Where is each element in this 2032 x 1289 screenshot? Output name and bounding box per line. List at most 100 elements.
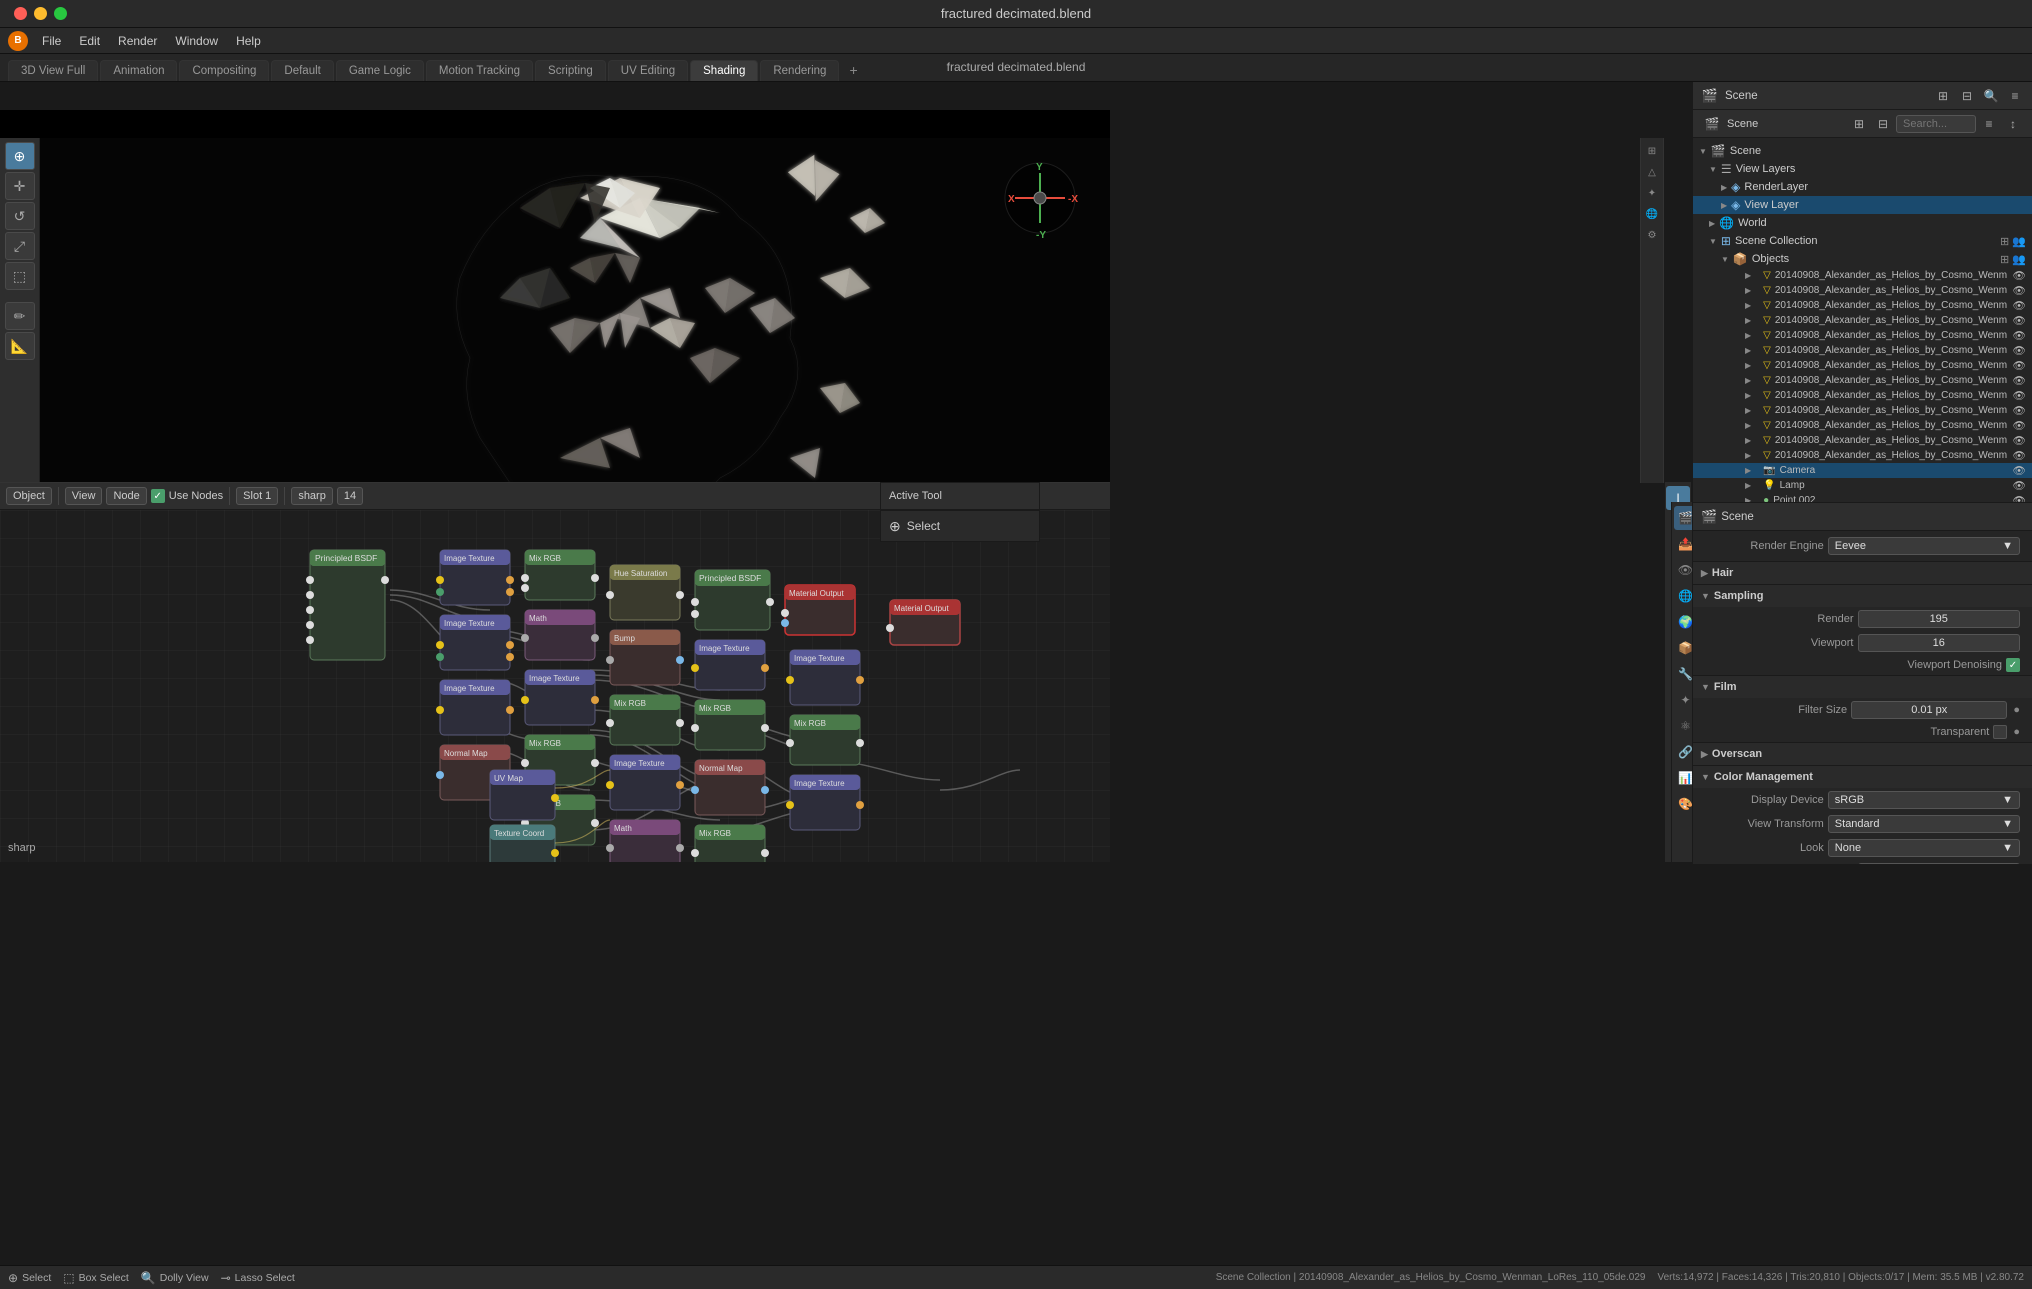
exposure-value[interactable]: 0.000: [1858, 863, 2021, 864]
scene-dropdown-icon[interactable]: 🎬: [1701, 113, 1723, 135]
filter-size-value[interactable]: 0.01 px: [1851, 701, 2007, 719]
look-select[interactable]: None ▼: [1828, 839, 2020, 857]
outliner-search[interactable]: 🔍: [1980, 85, 2002, 107]
use-nodes-checkbox[interactable]: ✓: [151, 489, 165, 503]
rotate-tool[interactable]: ↺: [5, 202, 35, 230]
outliner-world[interactable]: ▶ 🌐 World: [1693, 214, 2032, 232]
tab-shading[interactable]: Shading: [690, 60, 758, 81]
outliner-icon-2[interactable]: ⊟: [1956, 85, 1978, 107]
close-button[interactable]: [14, 7, 27, 20]
outliner-camera[interactable]: ▶ 📷 Camera 👁: [1693, 463, 2032, 478]
overscan-section-header[interactable]: ▶ Overscan: [1693, 743, 2032, 765]
outliner-scene[interactable]: ▼ 🎬 Scene: [1693, 142, 2032, 160]
outliner-renderlayer[interactable]: ▶ ◈ RenderLayer: [1693, 178, 2032, 196]
tab-rendering[interactable]: Rendering: [760, 60, 839, 81]
obj-6-eye[interactable]: 👁: [2013, 359, 2026, 372]
obj-11-eye[interactable]: 👁: [2013, 434, 2026, 447]
outliner-obj-6[interactable]: ▶ ▽ 20140908_Alexander_as_Helios_by_Cosm…: [1693, 358, 2032, 373]
outliner-obj-9[interactable]: ▶ ▽ 20140908_Alexander_as_Helios_by_Cosm…: [1693, 403, 2032, 418]
move-tool[interactable]: ✛: [5, 172, 35, 200]
maximize-button[interactable]: [54, 7, 67, 20]
transparent-checkbox[interactable]: [1993, 725, 2007, 739]
obj-1-eye[interactable]: 👁: [2013, 284, 2026, 297]
menu-file[interactable]: File: [34, 32, 69, 50]
new-collection-icon[interactable]: ⊞: [1848, 113, 1870, 135]
point002-eye[interactable]: 👁: [2013, 494, 2026, 502]
obj-3-eye[interactable]: 👁: [2013, 314, 2026, 327]
outliner-obj-8[interactable]: ▶ ▽ 20140908_Alexander_as_Helios_by_Cosm…: [1693, 388, 2032, 403]
viewport-value[interactable]: 16: [1858, 634, 2021, 652]
menu-render[interactable]: Render: [110, 32, 165, 50]
annotate-tool[interactable]: ✏: [5, 302, 35, 330]
outliner-viewlayers[interactable]: ▼ ☰ View Layers: [1693, 160, 2032, 178]
outliner-search-input[interactable]: [1896, 115, 1976, 133]
obj-8-eye[interactable]: 👁: [2013, 389, 2026, 402]
tab-animation[interactable]: Animation: [100, 60, 177, 81]
display-device-select[interactable]: sRGB ▼: [1828, 791, 2020, 809]
outliner-objects[interactable]: ▼ 📦 Objects ⊞ 👥: [1693, 250, 2032, 268]
vp-tab-5[interactable]: ⚙: [1643, 226, 1661, 244]
filter-icon[interactable]: ≡: [1978, 113, 2000, 135]
tab-3dviewfull[interactable]: 3D View Full: [8, 60, 98, 81]
color-mgmt-header[interactable]: ▼ Color Management: [1693, 766, 2032, 788]
ne-count-btn[interactable]: 14: [337, 487, 363, 505]
view-transform-select[interactable]: Standard ▼: [1828, 815, 2020, 833]
outliner-lamp[interactable]: ▶ 💡 Lamp 👁: [1693, 478, 2032, 493]
outliner-filter[interactable]: ≡: [2004, 85, 2026, 107]
vp-tab-4[interactable]: 🌐: [1643, 205, 1661, 223]
tab-scripting[interactable]: Scripting: [535, 60, 606, 81]
obj-12-eye[interactable]: 👁: [2013, 449, 2026, 462]
transform-tool[interactable]: ⬚: [5, 262, 35, 290]
blender-logo[interactable]: B: [8, 31, 28, 51]
vp-tab-1[interactable]: ⊞: [1643, 142, 1661, 160]
add-workspace-button[interactable]: +: [841, 59, 865, 81]
menu-edit[interactable]: Edit: [71, 32, 108, 50]
outliner-icon-1[interactable]: ⊞: [1932, 85, 1954, 107]
camera-eye[interactable]: 👁: [2013, 464, 2026, 477]
outliner-scene-collection[interactable]: ▼ ⊞ Scene Collection ⊞ 👥: [1693, 232, 2032, 250]
outliner-obj-1[interactable]: ▶ ▽ 20140908_Alexander_as_Helios_by_Cosm…: [1693, 283, 2032, 298]
minimize-button[interactable]: [34, 7, 47, 20]
ne-view-btn[interactable]: View: [65, 487, 103, 505]
obj-4-eye[interactable]: 👁: [2013, 329, 2026, 342]
unlink-icon[interactable]: ⊟: [1872, 113, 1894, 135]
ne-slot-btn[interactable]: Slot 1: [236, 487, 278, 505]
denoising-checkbox[interactable]: ✓: [2006, 658, 2020, 672]
tab-gamelogic[interactable]: Game Logic: [336, 60, 424, 81]
ne-node-btn[interactable]: Node: [106, 487, 146, 505]
obj-7-eye[interactable]: 👁: [2013, 374, 2026, 387]
cursor-tool[interactable]: ⊕: [5, 142, 35, 170]
sampling-section-header[interactable]: ▼ Sampling: [1693, 585, 2032, 607]
obj-5-eye[interactable]: 👁: [2013, 344, 2026, 357]
node-editor[interactable]: Principled BSDF Image Texture Image Text…: [0, 510, 1110, 862]
outliner-obj-5[interactable]: ▶ ▽ 20140908_Alexander_as_Helios_by_Cosm…: [1693, 343, 2032, 358]
menu-help[interactable]: Help: [228, 32, 269, 50]
outliner-viewlayer-active[interactable]: ▶ ◈ View Layer: [1693, 196, 2032, 214]
render-value[interactable]: 195: [1858, 610, 2021, 628]
viewport-3d[interactable]: ⊕ ✛ ↺ ⤢ ⬚ ✏ 📐 User Perspective (2) Scene…: [0, 110, 1110, 482]
film-section-header[interactable]: ▼ Film: [1693, 676, 2032, 698]
measure-tool[interactable]: 📐: [5, 332, 35, 360]
outliner-obj-4[interactable]: ▶ ▽ 20140908_Alexander_as_Helios_by_Cosm…: [1693, 328, 2032, 343]
viewport-3d-content[interactable]: User Perspective (2) Scene Collection | …: [40, 138, 1110, 482]
render-engine-select[interactable]: Eevee ▼: [1828, 537, 2020, 555]
tab-uvediting[interactable]: UV Editing: [608, 60, 688, 81]
vp-tab-3[interactable]: ✦: [1643, 184, 1661, 202]
outliner-obj-12[interactable]: ▶ ▽ 20140908_Alexander_as_Helios_by_Cosm…: [1693, 448, 2032, 463]
outliner-obj-7[interactable]: ▶ ▽ 20140908_Alexander_as_Helios_by_Cosm…: [1693, 373, 2032, 388]
outliner-point002[interactable]: ▶ ● Point.002 👁: [1693, 493, 2032, 502]
scale-tool[interactable]: ⤢: [5, 232, 35, 260]
obj-10-eye[interactable]: 👁: [2013, 419, 2026, 432]
sort-icon[interactable]: ↕: [2002, 113, 2024, 135]
obj-9-eye[interactable]: 👁: [2013, 404, 2026, 417]
outliner-obj-2[interactable]: ▶ ▽ 20140908_Alexander_as_Helios_by_Cosm…: [1693, 298, 2032, 313]
ne-object-btn[interactable]: Object: [6, 487, 52, 505]
outliner-obj-0[interactable]: ▶ ▽ 20140908_Alexander_as_Helios_by_Cosm…: [1693, 268, 2032, 283]
ne-sharp-btn[interactable]: sharp: [291, 487, 333, 505]
tab-default[interactable]: Default: [271, 60, 333, 81]
scene-icon[interactable]: 🎬: [1699, 85, 1721, 107]
vp-tab-2[interactable]: △: [1643, 163, 1661, 181]
tab-compositing[interactable]: Compositing: [179, 60, 269, 81]
lamp-eye[interactable]: 👁: [2013, 479, 2026, 492]
outliner-obj-10[interactable]: ▶ ▽ 20140908_Alexander_as_Helios_by_Cosm…: [1693, 418, 2032, 433]
